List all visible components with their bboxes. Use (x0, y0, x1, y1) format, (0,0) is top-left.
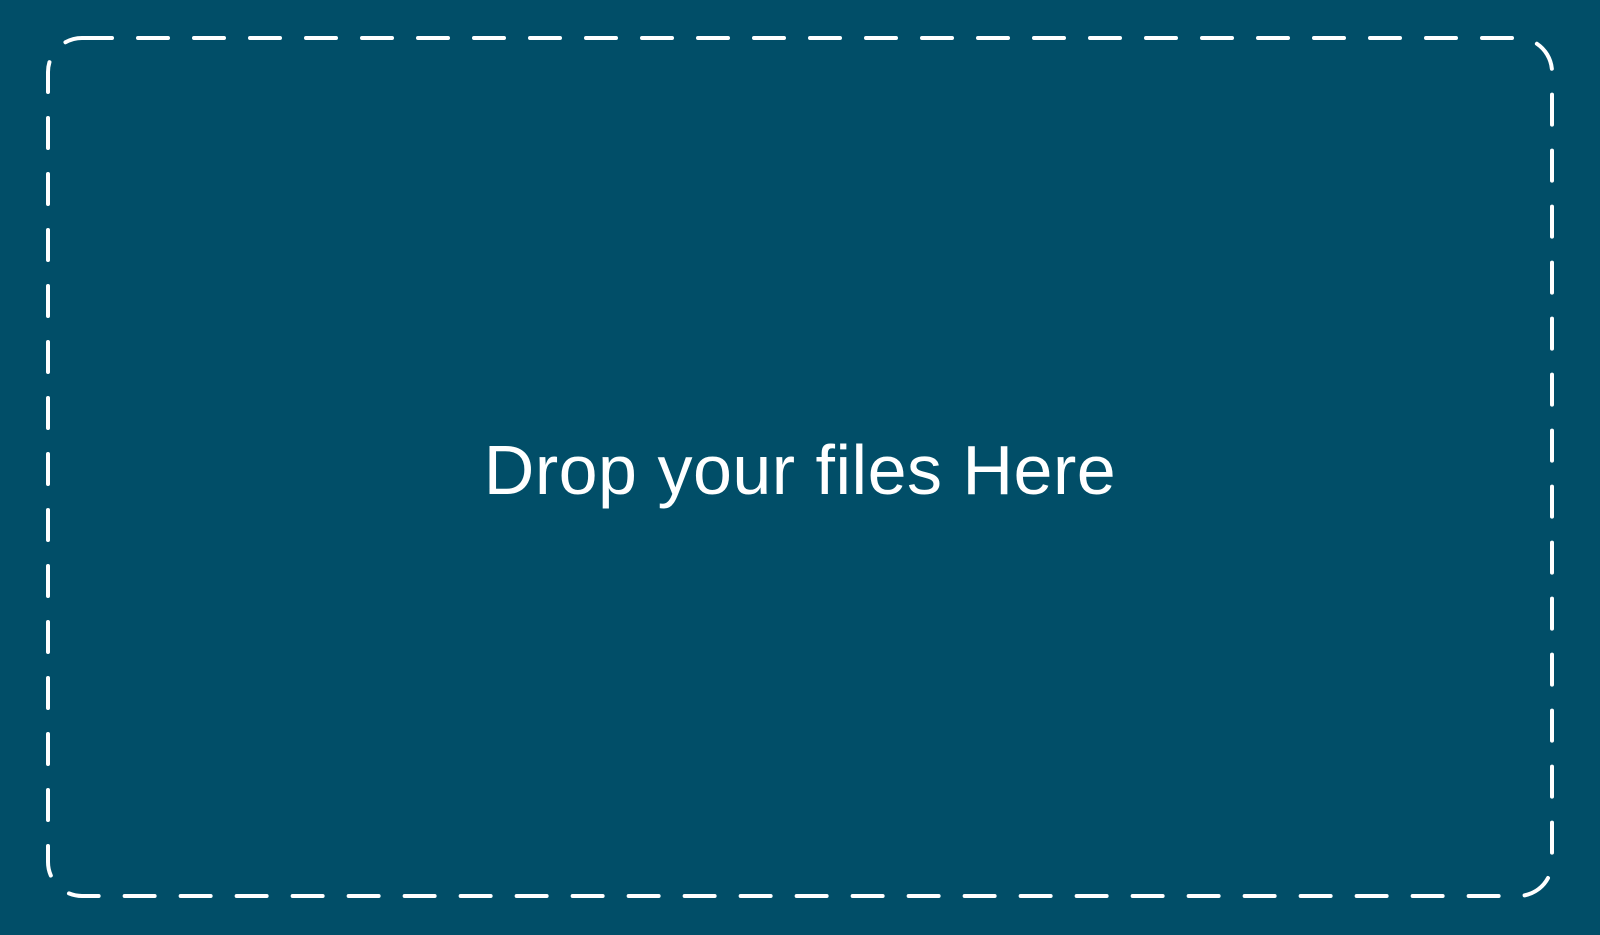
file-drop-zone[interactable]: Drop your files Here (46, 36, 1554, 898)
drop-files-label: Drop your files Here (483, 431, 1117, 509)
